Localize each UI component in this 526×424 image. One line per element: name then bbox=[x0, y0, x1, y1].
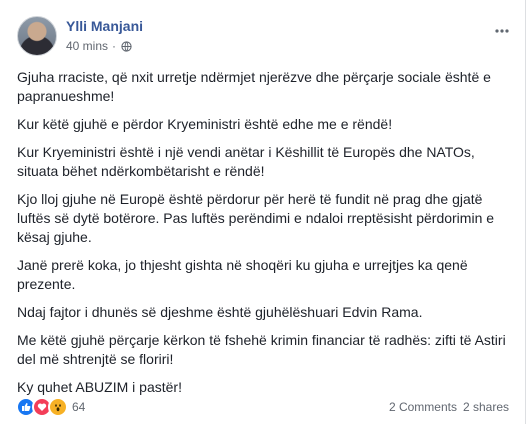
post-paragraph: Ndaj fajtor i dhunës së djeshme është gj… bbox=[17, 304, 423, 320]
post-meta: Ylli Manjani 40 mins · bbox=[66, 16, 143, 60]
post-stats: 2 Comments 2 shares bbox=[389, 400, 509, 414]
comments-link[interactable]: 2 Comments bbox=[389, 400, 457, 414]
post-timestamp[interactable]: 40 mins bbox=[66, 39, 108, 53]
reaction-count[interactable]: 64 bbox=[72, 400, 85, 414]
post-paragraph: Ky quhet ABUZIM i pastër! bbox=[17, 379, 182, 395]
facebook-post: Ylli Manjani 40 mins · Gjuha rraciste, q… bbox=[0, 0, 526, 424]
post-paragraph: Me këtë gjuhë përçarje kërkon të fshehë … bbox=[17, 332, 506, 367]
wow-icon[interactable] bbox=[48, 397, 68, 417]
post-paragraph: Gjuha rraciste, që nxit urretje ndërmjet… bbox=[17, 69, 491, 104]
author-avatar[interactable] bbox=[17, 16, 57, 56]
author-name[interactable]: Ylli Manjani bbox=[66, 17, 143, 35]
post-time-row: 40 mins · bbox=[66, 39, 143, 53]
shares-link[interactable]: 2 shares bbox=[463, 400, 509, 414]
more-options-icon[interactable] bbox=[495, 22, 509, 33]
post-paragraph: Kur këtë gjuhë e përdor Kryeministri ësh… bbox=[17, 116, 393, 132]
separator-dot: · bbox=[112, 39, 117, 53]
post-paragraph: Janë prerë koka, jo thjesht gishta në sh… bbox=[17, 257, 468, 292]
post-header: Ylli Manjani 40 mins · bbox=[17, 16, 143, 60]
post-paragraph: Kur Kryeministri është i një vendi anëta… bbox=[17, 144, 475, 179]
post-body: Gjuha rraciste, që nxit urretje ndërmjet… bbox=[17, 68, 507, 406]
globe-icon[interactable] bbox=[121, 40, 132, 52]
post-paragraph: Kjo lloj gjuhe në Europë është përdorur … bbox=[17, 191, 495, 245]
reactions-bar: 64 2 Comments 2 shares bbox=[16, 397, 509, 417]
